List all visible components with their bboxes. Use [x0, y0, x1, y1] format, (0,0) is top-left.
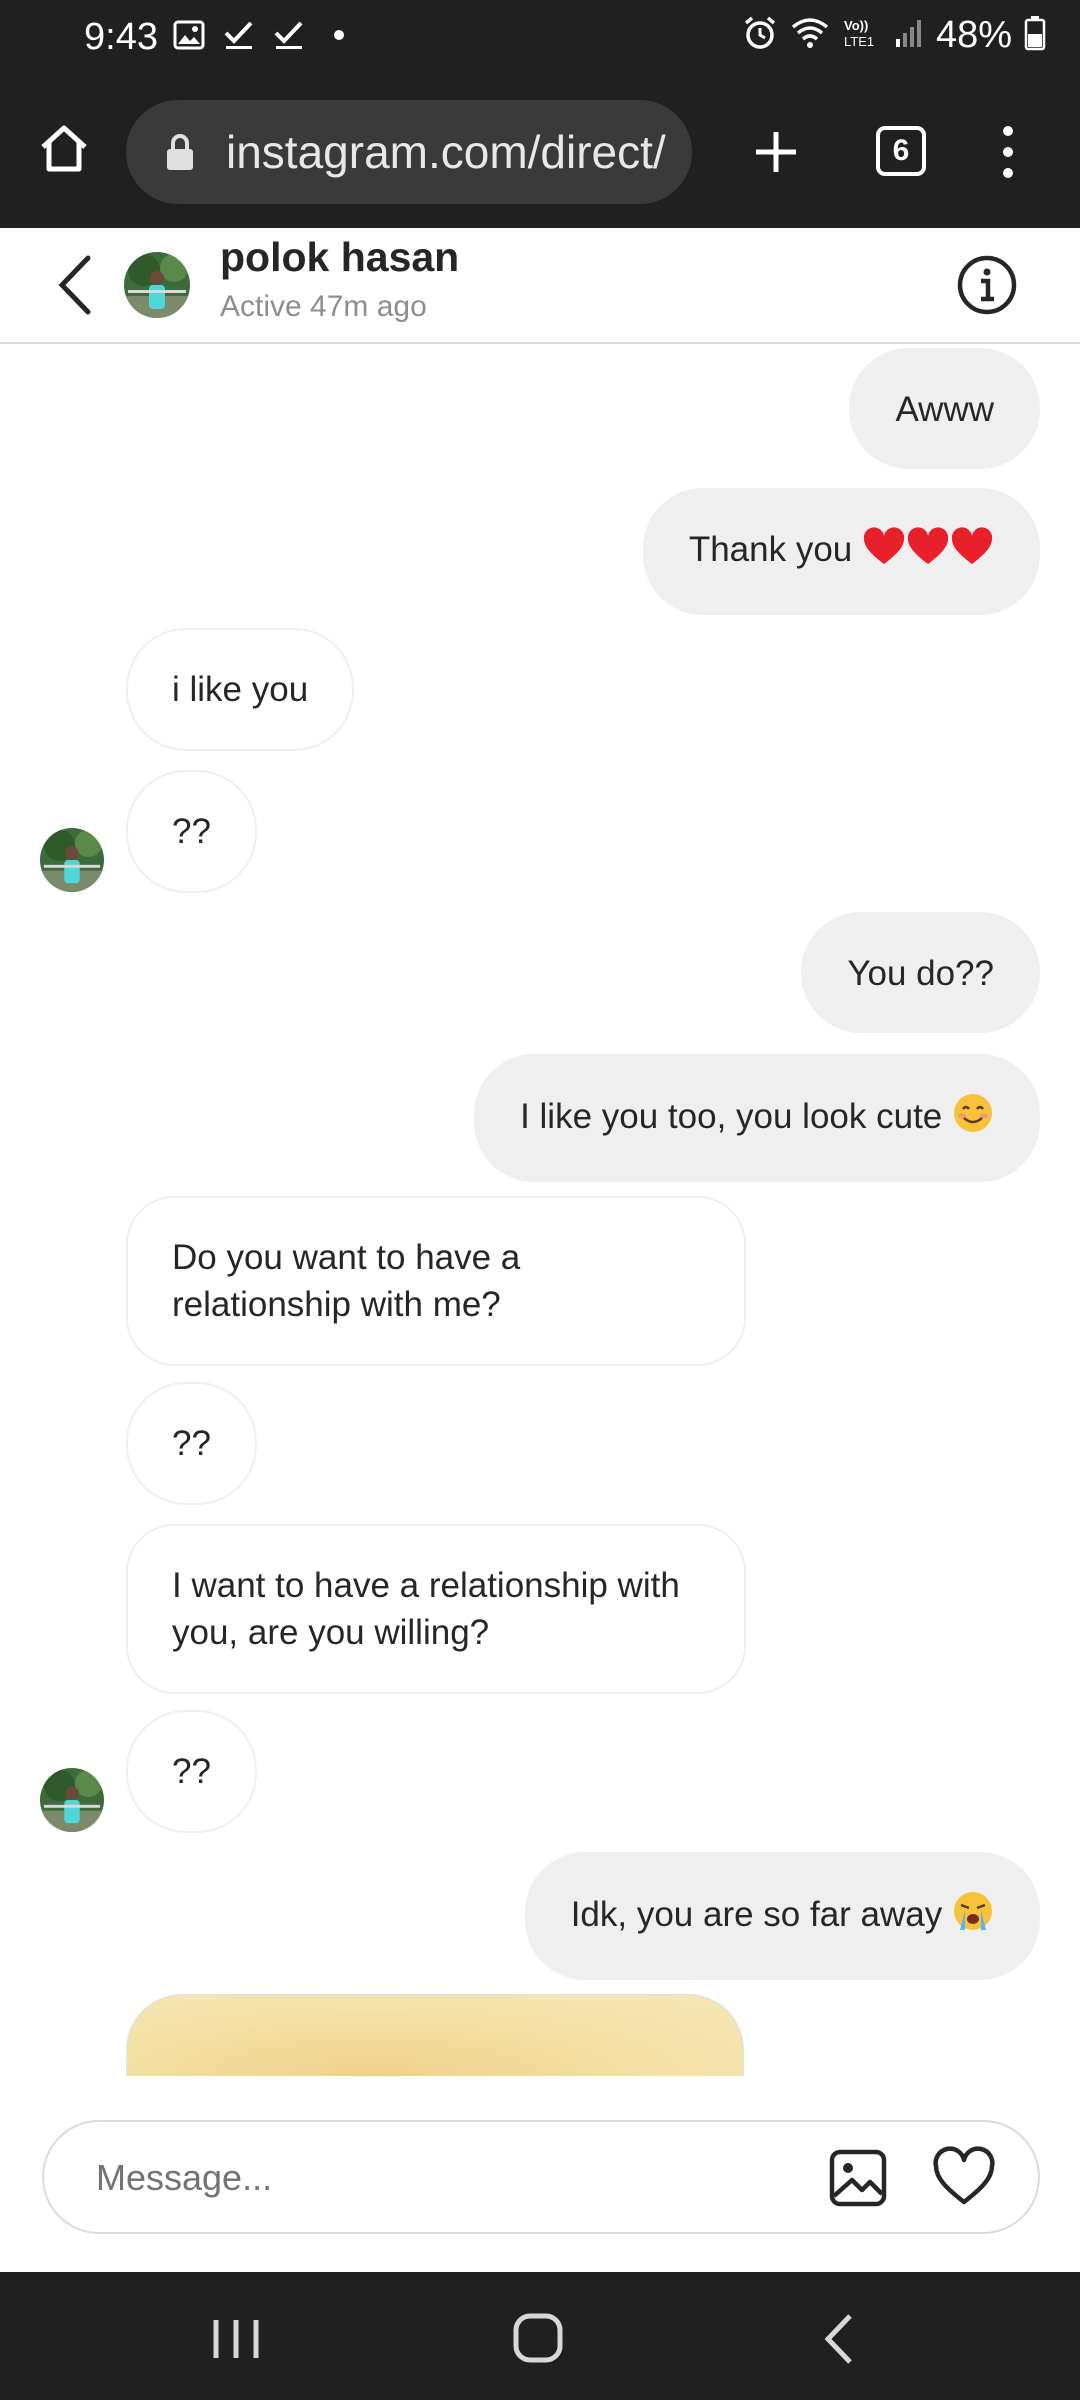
- home-icon[interactable]: [34, 118, 94, 178]
- system-navigation-bar: [0, 2272, 1080, 2400]
- message-outgoing[interactable]: Awww: [849, 348, 1040, 469]
- composer-box: [42, 2120, 1040, 2234]
- system-status-icons: Vo)) LTE1 48%: [742, 14, 1046, 57]
- battery-percent: 48%: [935, 14, 1012, 56]
- lock-icon: [167, 134, 193, 170]
- more-menu-icon[interactable]: [988, 120, 1028, 184]
- media-attachment[interactable]: [126, 1994, 744, 2076]
- contact-name[interactable]: polok hasan: [220, 234, 459, 281]
- avatar[interactable]: [124, 252, 190, 318]
- message-outgoing[interactable]: Idk, you are so far away: [524, 1852, 1040, 1980]
- address-bar[interactable]: instagram.com/direct/: [126, 100, 692, 204]
- red-heart-icon: [862, 527, 994, 579]
- home-icon[interactable]: [508, 2308, 568, 2368]
- notification-icons: [172, 18, 356, 52]
- tab-switcher-button[interactable]: 6: [876, 126, 926, 176]
- image-icon[interactable]: [826, 2146, 890, 2210]
- info-icon[interactable]: [956, 254, 1018, 316]
- message-incoming[interactable]: ??: [126, 770, 257, 893]
- chat-header: polok hasan Active 47m ago: [0, 228, 1080, 344]
- signal-icon: [894, 17, 924, 54]
- message-outgoing[interactable]: You do??: [801, 912, 1040, 1033]
- smiling-face-icon: [952, 1092, 994, 1146]
- alarm-icon: [742, 15, 778, 56]
- message-incoming[interactable]: I want to have a relationship with you, …: [126, 1524, 746, 1694]
- contact-activity-status: Active 47m ago: [220, 290, 427, 323]
- avatar[interactable]: [40, 828, 104, 892]
- message-incoming[interactable]: Do you want to have a relationship with …: [126, 1196, 746, 1366]
- svg-text:LTE1: LTE1: [844, 34, 874, 49]
- gallery-icon: [172, 18, 206, 52]
- check-icon: [222, 18, 256, 52]
- message-composer: [0, 2076, 1080, 2272]
- heart-icon[interactable]: [932, 2146, 996, 2210]
- wifi-icon: [790, 16, 830, 55]
- message-outgoing[interactable]: Thank you: [642, 488, 1040, 615]
- back-icon[interactable]: [50, 252, 100, 318]
- url-text: instagram.com/direct/: [226, 126, 666, 178]
- loudly-crying-face-icon: [952, 1890, 994, 1944]
- browser-toolbar: instagram.com/direct/ 6: [0, 80, 1080, 228]
- avatar[interactable]: [40, 1768, 104, 1832]
- message-input[interactable]: [96, 2152, 796, 2204]
- status-time: 9:43: [84, 16, 158, 58]
- message-outgoing[interactable]: I like you too, you look cute: [474, 1054, 1040, 1182]
- battery-icon: [1024, 15, 1046, 56]
- new-tab-icon[interactable]: [744, 120, 808, 184]
- check-icon: [272, 18, 306, 52]
- tab-count: 6: [892, 134, 910, 167]
- status-bar: 9:43 Vo)) LTE1 48%: [0, 0, 1080, 80]
- message-incoming[interactable]: i like you: [126, 628, 355, 751]
- volte-icon: Vo)) LTE1: [842, 16, 882, 55]
- back-icon[interactable]: [816, 2310, 860, 2368]
- dot-icon: [322, 18, 356, 52]
- recents-icon[interactable]: [206, 2314, 266, 2364]
- message-thread[interactable]: Awww Thank you i like you ?? You do?? I …: [0, 344, 1080, 2076]
- message-incoming[interactable]: ??: [126, 1382, 257, 1505]
- svg-text:Vo)): Vo)): [844, 18, 868, 33]
- message-incoming[interactable]: ??: [126, 1710, 257, 1833]
